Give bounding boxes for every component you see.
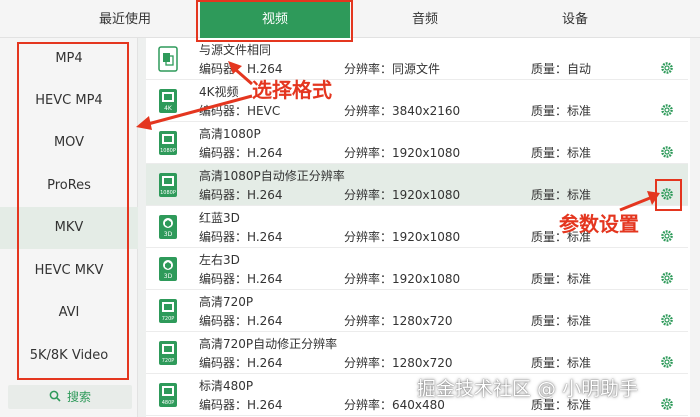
preset-title: 高清1080P自动修正分辨率 (199, 169, 345, 183)
preset-encoder: 编码器：HEVC (199, 104, 281, 118)
1080p-format-icon: 1080P (158, 130, 178, 156)
preset-title: 红蓝3D (199, 211, 240, 225)
settings-gear-icon[interactable] (660, 144, 674, 158)
format-badge-label: 480P (162, 400, 175, 406)
format-badge-label: 1080P (160, 190, 176, 196)
preset-resolution: 分辨率：1920x1080 (344, 146, 461, 160)
preset-title: 高清1080P (199, 127, 261, 141)
format-badge-label: 3D (164, 231, 173, 238)
480p-format-icon: 480P (158, 382, 178, 408)
preset-encoder: 编码器：H.264 (199, 314, 283, 328)
preset-quality: 质量：自动 (531, 62, 592, 76)
watermark: 掘金技术社区 @ 小明助手 (417, 378, 639, 400)
settings-gear-icon[interactable] (660, 60, 674, 74)
video-tab-highlight-box (196, 0, 353, 42)
preset-row-same-as-source[interactable]: 与源文件相同 编码器：H.264 分辨率：同源文件 质量：自动 (146, 38, 688, 80)
list-left-strip (138, 38, 146, 417)
preset-resolution: 分辨率：1280x720 (344, 314, 453, 328)
format-badge-label: 3D (164, 273, 173, 280)
format-badge-label: 720P (162, 316, 175, 322)
search-button[interactable]: 搜索 (8, 385, 132, 409)
preset-resolution: 分辨率：1280x720 (344, 356, 453, 370)
3d-format-icon: 3D (158, 256, 178, 282)
settings-gear-icon[interactable] (660, 312, 674, 326)
select-format-annotation: 选择格式 (252, 78, 332, 102)
preset-encoder: 编码器：H.264 (199, 398, 283, 412)
preset-row-1080p-auto-fix[interactable]: 1080P 高清1080P自动修正分辨率 编码器：H.264 分辨率：1920x… (146, 164, 688, 206)
settings-highlight-box (655, 179, 682, 211)
settings-gear-icon[interactable] (660, 228, 674, 242)
same-as-source-format-icon (158, 46, 178, 72)
720p-format-icon: 720P (158, 298, 178, 324)
preset-encoder: 编码器：H.264 (199, 230, 283, 244)
preset-resolution: 分辨率：1920x1080 (344, 230, 461, 244)
preset-title: 标清480P (199, 379, 254, 393)
search-label: 搜索 (66, 390, 91, 404)
preset-encoder: 编码器：H.264 (199, 146, 283, 160)
4k-format-icon: 4K (158, 88, 178, 114)
preset-title: 4K视频 (199, 85, 239, 99)
tab-audio[interactable]: 音频 (350, 0, 500, 38)
3d-format-icon: 3D (158, 214, 178, 240)
preset-quality: 质量：标准 (531, 272, 592, 286)
settings-gear-icon[interactable] (660, 354, 674, 368)
preset-resolution: 分辨率：同源文件 (344, 62, 441, 76)
settings-gear-icon[interactable] (660, 102, 674, 116)
preset-quality: 质量：标准 (531, 104, 592, 118)
preset-encoder: 编码器：H.264 (199, 356, 283, 370)
preset-title: 与源文件相同 (199, 43, 272, 57)
parameter-settings-annotation: 参数设置 (559, 212, 639, 236)
preset-title: 高清720P自动修正分辨率 (199, 337, 338, 351)
preset-encoder: 编码器：H.264 (199, 272, 283, 286)
format-badge-label: 1080P (160, 148, 176, 154)
settings-gear-icon[interactable] (660, 270, 674, 284)
format-badge-label: 720P (162, 358, 175, 364)
preset-resolution: 分辨率：3840x2160 (344, 104, 461, 118)
preset-row-720p-auto-fix[interactable]: 720P 高清720P自动修正分辨率 编码器：H.264 分辨率：1280x72… (146, 332, 688, 374)
preset-encoder: 编码器：H.264 (199, 188, 283, 202)
preset-title: 左右3D (199, 253, 240, 267)
preset-quality: 质量：标准 (531, 314, 592, 328)
tab-recent[interactable]: 最近使用 (50, 0, 200, 38)
preset-row-4k[interactable]: 4K 4K视频 编码器：HEVC 分辨率：3840x2160 质量：标准 (146, 80, 688, 122)
preset-row-1080p[interactable]: 1080P 高清1080P 编码器：H.264 分辨率：1920x1080 质量… (146, 122, 688, 164)
720p-format-icon: 720P (158, 340, 178, 366)
preset-resolution: 分辨率：1920x1080 (344, 188, 461, 202)
preset-row-720p[interactable]: 720P 高清720P 编码器：H.264 分辨率：1280x720 质量：标准 (146, 290, 688, 332)
search-icon (49, 386, 61, 410)
preset-quality: 质量：标准 (531, 146, 592, 160)
settings-gear-icon[interactable] (660, 396, 674, 410)
preset-quality: 质量：标准 (531, 188, 592, 202)
preset-row-side-by-side-3d[interactable]: 3D 左右3D 编码器：H.264 分辨率：1920x1080 质量：标准 (146, 248, 688, 290)
format-badge-label: 4K (164, 105, 173, 112)
format-list-highlight-box (17, 42, 129, 380)
1080p-format-icon: 1080P (158, 172, 178, 198)
preset-resolution: 分辨率：1920x1080 (344, 272, 461, 286)
preset-title: 高清720P (199, 295, 254, 309)
preset-quality: 质量：标准 (531, 356, 592, 370)
tab-device[interactable]: 设备 (500, 0, 650, 38)
vertical-scrollbar[interactable] (690, 38, 700, 417)
